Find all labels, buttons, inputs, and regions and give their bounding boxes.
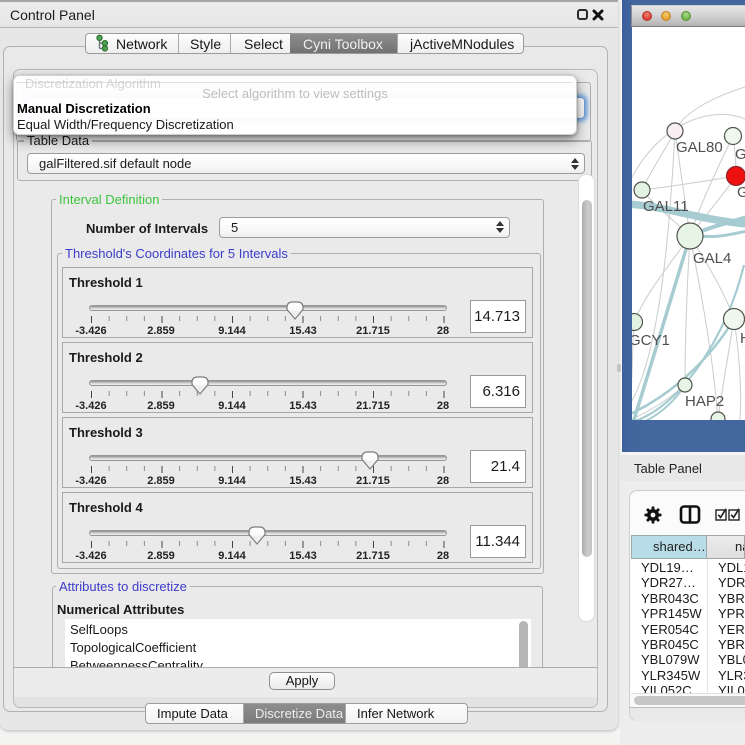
svg-text:H: H — [740, 330, 745, 347]
svg-text:GCY1: GCY1 — [632, 332, 670, 349]
svg-text:GAL11: GAL11 — [643, 198, 689, 215]
svg-text:G: G — [737, 184, 745, 201]
svg-text:GAL4: GAL4 — [693, 250, 731, 267]
svg-text:HAP2: HAP2 — [685, 393, 724, 410]
svg-text:GA: GA — [735, 146, 745, 163]
svg-text:GAL80: GAL80 — [676, 139, 723, 156]
